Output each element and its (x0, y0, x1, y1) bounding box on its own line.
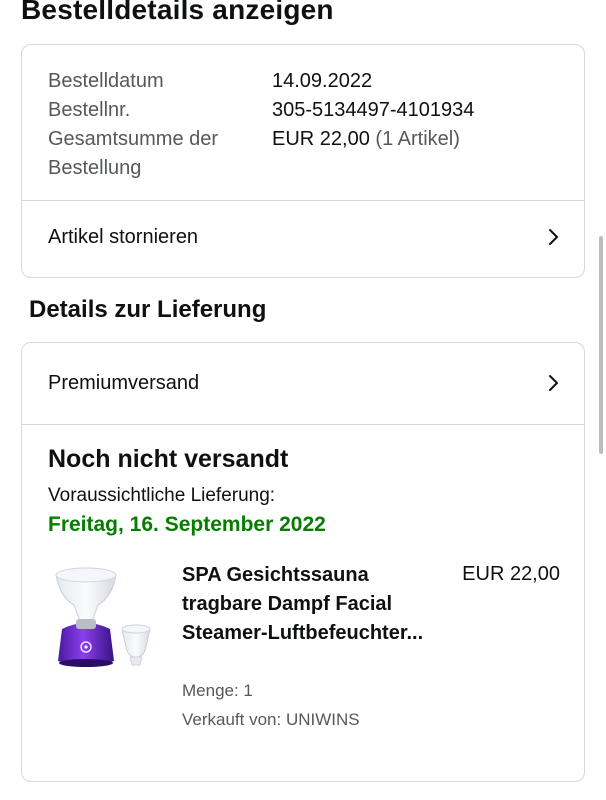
delivery-section-heading: Details zur Lieferung (29, 296, 267, 323)
order-date-value: 14.09.2022 (272, 70, 373, 92)
product-image[interactable] (50, 563, 162, 671)
shipping-method-label: Premiumversand (48, 371, 200, 394)
chevron-right-icon (549, 375, 558, 391)
chevron-right-icon (549, 229, 558, 245)
cancel-items-label: Artikel stornieren (48, 225, 199, 248)
order-total-row: Gesamtsumme der Bestellung EUR 22,00 (1 … (48, 125, 564, 183)
order-number-row: Bestellnr. 305-5134497-4101934 (48, 96, 564, 125)
product-title-link[interactable]: SPA Gesichtssauna tragbare Dampf Facial … (182, 561, 442, 648)
order-date-row: Bestelldatum 14.09.2022 (48, 67, 564, 96)
order-total-value: EUR 22,00 (272, 128, 370, 150)
order-summary-grid: Bestelldatum 14.09.2022 Bestellnr. 305-5… (48, 67, 564, 183)
delivery-card: Premiumversand Noch nicht versandt Vorau… (21, 342, 585, 782)
product-seller: Verkauft von: UNIWINS (182, 710, 360, 729)
divider (22, 424, 584, 425)
cancel-items-button[interactable]: Artikel stornieren (22, 201, 584, 273)
shipping-method-button[interactable]: Premiumversand (22, 347, 584, 419)
product-quantity: Menge: 1 (182, 681, 253, 700)
delivery-eta-date: Freitag, 16. September 2022 (48, 513, 326, 536)
scrollbar[interactable] (599, 236, 603, 454)
product-price: EUR 22,00 (462, 563, 560, 585)
order-total-value-group: EUR 22,00 (1 Artikel) (272, 125, 460, 154)
order-total-label: Gesamtsumme der Bestellung (48, 128, 219, 179)
page-title: Bestelldetails anzeigen (21, 0, 334, 25)
delivery-eta-label: Voraussichtliche Lieferung: (48, 485, 276, 506)
shipment-status: Noch nicht versandt (48, 445, 289, 473)
order-details-page: Bestelldetails anzeigen Bestelldatum 14.… (0, 0, 606, 800)
order-date-label: Bestelldatum (48, 70, 164, 92)
order-summary-card: Bestelldatum 14.09.2022 Bestellnr. 305-5… (21, 44, 585, 278)
order-number-label: Bestellnr. (48, 99, 131, 121)
order-number-value: 305-5134497-4101934 (272, 99, 475, 121)
order-item-count: (1 Artikel) (375, 128, 460, 150)
